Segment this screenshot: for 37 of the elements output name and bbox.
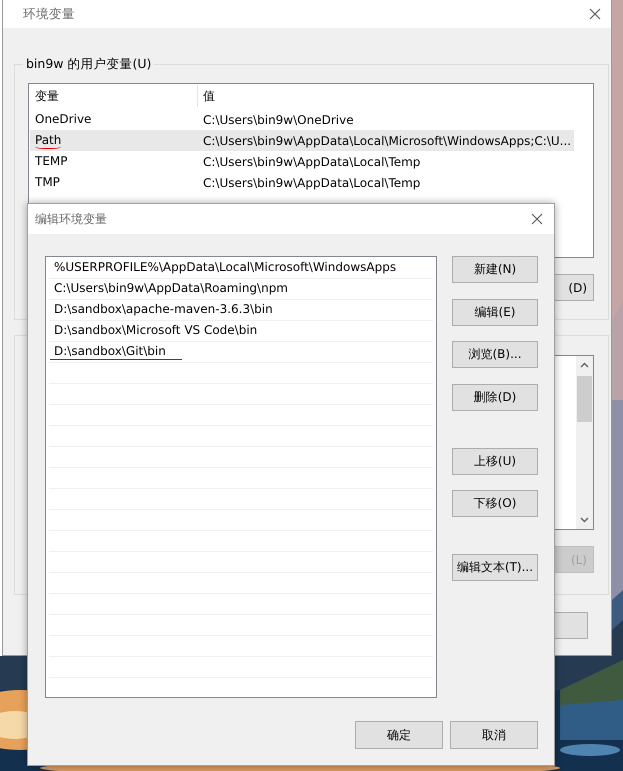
table-cell-text: C:\Users\bin9w\AppData\Local\Temp (202, 154, 420, 168)
side-button[interactable]: 新建(N) (452, 256, 538, 283)
scroll-down-icon[interactable] (580, 517, 589, 523)
table-cell: TEMP (35, 154, 68, 170)
list-item[interactable]: D:\sandbox\apache-maven-3.6.3\bin (50, 302, 277, 318)
group-label: bin9w 的用户变量(U) (25, 56, 152, 73)
side-button[interactable]: 删除(D) (452, 384, 538, 410)
list-item[interactable]: D:\sandbox\Git\bin (50, 344, 182, 360)
window-title: 编辑环境变量 (35, 210, 107, 228)
table-row[interactable]: Path C:\Users\bin9w\AppData\Local\Microsoft\WindowsApps;C:\U... (30, 130, 574, 151)
table-cell: OneDrive (35, 112, 92, 128)
side-button[interactable]: 浏览(B)... (452, 341, 538, 368)
scrollbar[interactable] (576, 356, 593, 529)
cancel-button[interactable]: 取消 (450, 721, 538, 749)
side-button[interactable]: 上移(U) (452, 448, 538, 474)
window-title: 环境变量 (23, 6, 75, 22)
close-icon[interactable] (589, 8, 601, 20)
side-button[interactable]: 编辑文本(T)... (452, 554, 538, 581)
ok-button[interactable]: 确定 (355, 721, 443, 749)
side-button[interactable]: 下移(O) (452, 490, 538, 517)
column-header[interactable]: 值 (198, 85, 215, 107)
table-row[interactable]: TEMP C:\Users\bin9w\AppData\Local\Temp (30, 151, 574, 172)
table-cell-text: C:\Users\bin9w\AppData\Local\Microsoft\WindowsApps;C:\U... (202, 134, 572, 148)
side-button[interactable]: 编辑(E) (452, 298, 538, 326)
table-cell: TMP (35, 174, 60, 190)
list-item[interactable]: D:\sandbox\Microsoft VS Code\bin (50, 323, 262, 339)
scrollbar-thumb[interactable] (577, 376, 592, 422)
table-cell-text: C:\Users\bin9w\AppData\Local\Temp (202, 176, 420, 190)
table-row[interactable]: TMP C:\Users\bin9w\AppData\Local\Temp (30, 172, 574, 193)
close-icon[interactable] (531, 213, 543, 225)
table-row[interactable]: OneDrive C:\Users\bin9w\OneDrive (30, 109, 574, 130)
column-header[interactable]: 变量 (30, 85, 198, 107)
table-cell-text: C:\Users\bin9w\OneDrive (202, 112, 354, 126)
list-item[interactable]: %USERPROFILE%\AppData\Local\Microsoft\WindowsApps (50, 260, 400, 276)
scroll-up-icon[interactable] (580, 362, 589, 368)
list-item[interactable]: C:\Users\bin9w\AppData\Roaming\npm (50, 281, 292, 297)
table-cell: Path (35, 132, 62, 148)
